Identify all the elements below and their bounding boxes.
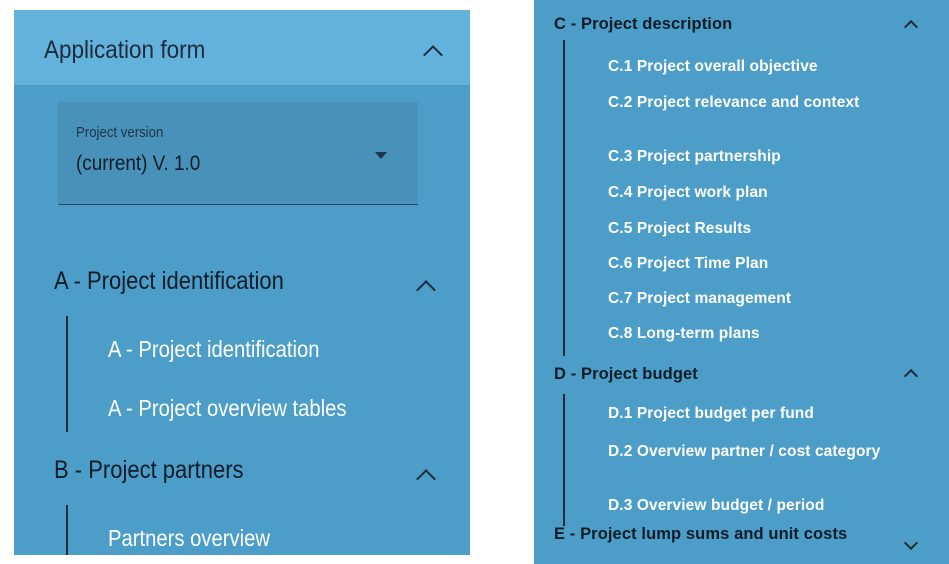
sidebar-item-c4[interactable]: C.4 Project work plan (608, 184, 768, 202)
section-c-tree-line (563, 40, 565, 356)
chevron-up-icon[interactable] (903, 368, 919, 384)
project-version-label: Project version (76, 124, 164, 141)
sidebar-item-d2[interactable]: D.2 Overview partner / cost category (608, 443, 938, 461)
sidebar-item-partners-overview[interactable]: Partners overview (108, 525, 270, 552)
chevron-down-icon[interactable] (903, 535, 919, 551)
chevron-up-icon[interactable] (423, 45, 443, 65)
caret-down-icon[interactable] (375, 152, 387, 159)
sidebar-item-c7[interactable]: C.7 Project management (608, 290, 791, 308)
section-e-title[interactable]: E - Project lump sums and unit costs (554, 525, 854, 543)
sidebar-item-c2[interactable]: C.2 Project relevance and context (608, 94, 938, 112)
sidebar-item-c3[interactable]: C.3 Project partnership (608, 148, 781, 166)
sidebar-item-a-project-overview-tables[interactable]: A - Project overview tables (108, 395, 346, 422)
application-form-title: Application form (44, 36, 206, 64)
sidebar-item-d3[interactable]: D.3 Overview budget / period (608, 497, 824, 515)
sidebar-item-c6[interactable]: C.6 Project Time Plan (608, 255, 768, 273)
chevron-up-icon[interactable] (903, 19, 919, 35)
sidebar-item-c8[interactable]: C.8 Long-term plans (608, 325, 760, 343)
section-c-title[interactable]: C - Project description (554, 15, 732, 34)
section-a-title[interactable]: A - Project identification (54, 267, 284, 296)
application-form-navigation: C - Project description C.1 Project over… (534, 0, 949, 564)
section-d-title[interactable]: D - Project budget (554, 365, 698, 384)
chevron-up-icon[interactable] (416, 280, 436, 300)
sidebar-item-d1[interactable]: D.1 Project budget per fund (608, 405, 814, 423)
section-a-tree-line (66, 316, 68, 432)
section-b-title[interactable]: B - Project partners (54, 456, 244, 485)
section-b-tree-line (66, 505, 68, 555)
application-form-panel: Application form Project version (curren… (14, 10, 470, 555)
application-form-header[interactable]: Application form (14, 10, 470, 85)
section-d-tree-line (563, 394, 565, 526)
chevron-up-icon[interactable] (416, 469, 436, 489)
sidebar-item-c5[interactable]: C.5 Project Results (608, 220, 751, 238)
sidebar-item-c1[interactable]: C.1 Project overall objective (608, 58, 818, 76)
project-version-value: (current) V. 1.0 (76, 152, 201, 175)
project-version-select[interactable]: Project version (current) V. 1.0 (58, 102, 418, 205)
sidebar-item-a-project-identification[interactable]: A - Project identification (108, 336, 320, 363)
